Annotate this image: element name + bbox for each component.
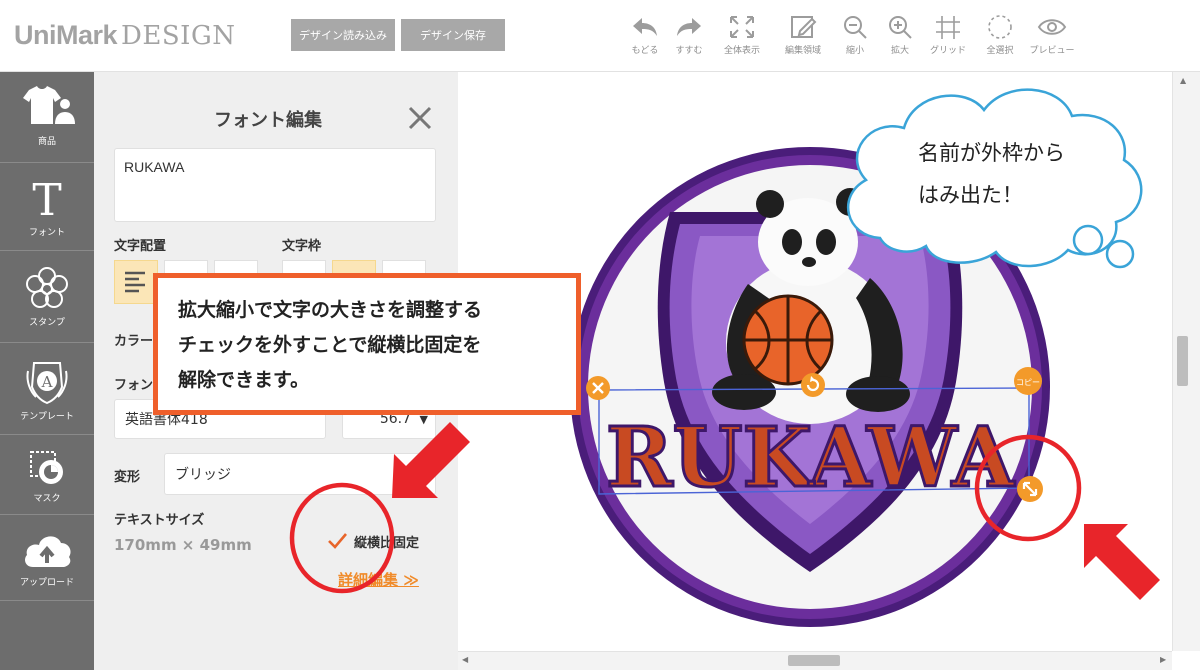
sidebar-label: 商品 <box>37 137 56 147</box>
sidebar-item-template[interactable]: A テンプレート <box>0 343 94 435</box>
toolbar-zoom-in[interactable]: 拡大 <box>875 14 925 56</box>
aspect-lock-checkbox[interactable]: 縦横比固定 <box>326 530 419 552</box>
sidebar-item-font[interactable]: T フォント <box>0 163 94 251</box>
toolbar-label: すすむ <box>675 46 703 56</box>
sidebar-label: テンプレート <box>20 412 74 422</box>
edit-area-icon <box>778 14 828 40</box>
aspect-lock-label: 縦横比固定 <box>354 535 420 551</box>
sidebar-item-product[interactable]: 商品 <box>0 72 94 163</box>
toolbar-label: 編集領域 <box>784 46 821 56</box>
flower-icon <box>0 265 94 311</box>
detail-edit-link[interactable]: 詳細編集 ≫ <box>338 569 419 590</box>
svg-text:T: T <box>32 177 61 221</box>
sidebar-item-upload[interactable]: アップロード <box>0 515 94 601</box>
color-label: カラー <box>114 334 154 349</box>
panel-title: フォント編集 <box>214 110 322 131</box>
zoom-in-icon <box>875 14 925 40</box>
top-header: UniMark DESIGN デザイン読み込み デザイン保存 もどる すすむ 全体… <box>0 0 1200 72</box>
select-all-icon <box>975 14 1025 40</box>
logo-sub: DESIGN <box>121 21 236 51</box>
cloud-note: 名前が外枠から はみ出た！ <box>918 132 1065 216</box>
close-icon <box>406 106 434 136</box>
grid-icon <box>923 14 973 40</box>
vertical-scroll-thumb[interactable] <box>1177 336 1188 386</box>
toolbar-label: 拡大 <box>890 46 909 56</box>
sidebar-label: フォント <box>28 228 65 238</box>
fullscreen-icon <box>717 14 767 40</box>
zoom-out-icon <box>830 14 880 40</box>
sidebar-item-mask[interactable]: マスク <box>0 435 94 515</box>
resize-handle[interactable] <box>1017 476 1043 502</box>
transform-label: 変形 <box>114 470 141 485</box>
basketball-illustration <box>742 294 834 386</box>
cloud-line: 名前が外枠から <box>918 141 1065 165</box>
toolbar-label: 全選択 <box>986 46 1014 56</box>
scroll-right-icon: ▶ <box>1160 655 1167 664</box>
callout-line: 解除できます。 <box>178 369 310 391</box>
copy-handle[interactable]: コピー <box>1014 367 1042 395</box>
toolbar-label: プレビュー <box>1029 46 1075 56</box>
close-panel-button[interactable] <box>406 104 434 132</box>
callout-line: チェックを外すことで縦横比固定を <box>178 334 482 356</box>
toolbar-label: 全体表示 <box>723 46 760 56</box>
undo-icon <box>620 14 670 40</box>
logo-brand: UniMark <box>14 20 118 50</box>
delete-handle[interactable] <box>586 376 610 400</box>
text-size-value: 170mm × 49mm <box>114 536 252 554</box>
toolbar-undo[interactable]: もどる <box>620 14 670 56</box>
toolbar-select-all[interactable]: 全選択 <box>975 14 1025 56</box>
toolbar-fit[interactable]: 全体表示 <box>717 14 767 56</box>
font-icon: T <box>0 177 94 221</box>
app-logo: UniMark DESIGN <box>14 20 235 51</box>
horizontal-scrollbar[interactable]: ◀ ▶ <box>458 651 1172 670</box>
apparel-icon <box>0 84 94 130</box>
check-icon <box>326 530 348 552</box>
text-frame-label: 文字枠 <box>282 239 322 254</box>
toolbar-label: もどる <box>631 46 659 56</box>
toolbar-label: グリッド <box>929 46 966 56</box>
align-left-button[interactable] <box>114 260 158 304</box>
text-align-label: 文字配置 <box>114 239 167 254</box>
save-design-button[interactable]: デザイン保存 <box>401 19 505 51</box>
mask-icon <box>0 449 94 487</box>
sidebar-item-stamp[interactable]: スタンプ <box>0 251 94 343</box>
horizontal-scroll-thumb[interactable] <box>788 655 840 666</box>
copy-handle-label: コピー <box>1016 378 1040 387</box>
instruction-callout: 拡大縮小で文字の大きさを調整する チェックを外すことで縦横比固定を 解除できます… <box>153 273 581 415</box>
toolbar-grid[interactable]: グリッド <box>923 14 973 56</box>
toolbar-redo[interactable]: すすむ <box>664 14 714 56</box>
left-sidebar: 商品 T フォント スタンプ A テンプレート マスク アップロード <box>0 72 94 670</box>
toolbar-edit-area[interactable]: 編集領域 <box>778 14 828 56</box>
text-input[interactable]: RUKAWA <box>114 148 436 222</box>
scroll-left-icon: ◀ <box>462 655 469 664</box>
redo-icon <box>664 14 714 40</box>
sidebar-label: アップロード <box>19 578 74 588</box>
svg-text:A: A <box>41 373 53 391</box>
sidebar-label: マスク <box>33 494 61 504</box>
app-root: UniMark DESIGN デザイン読み込み デザイン保存 もどる すすむ 全体… <box>0 0 1200 670</box>
toolbar-preview[interactable]: プレビュー <box>1027 14 1077 56</box>
eye-icon <box>1027 14 1077 40</box>
emblem-icon: A <box>0 357 94 405</box>
callout-line: 拡大縮小で文字の大きさを調整する <box>178 299 483 321</box>
sidebar-label: スタンプ <box>29 318 65 328</box>
scroll-up-icon: ▲ <box>1180 76 1187 85</box>
cloud-upload-icon <box>0 531 94 571</box>
load-design-button[interactable]: デザイン読み込み <box>291 19 395 51</box>
toolbar-zoom-out[interactable]: 縮小 <box>830 14 880 56</box>
vertical-scrollbar[interactable]: ▲ <box>1172 72 1200 651</box>
toolbar-label: 縮小 <box>845 46 864 56</box>
text-size-label: テキストサイズ <box>114 513 205 528</box>
transform-select[interactable]: ブリッジ <box>164 453 436 495</box>
align-left-icon <box>115 271 157 307</box>
rotate-handle[interactable] <box>801 373 825 397</box>
cloud-line: はみ出た！ <box>918 183 1023 207</box>
